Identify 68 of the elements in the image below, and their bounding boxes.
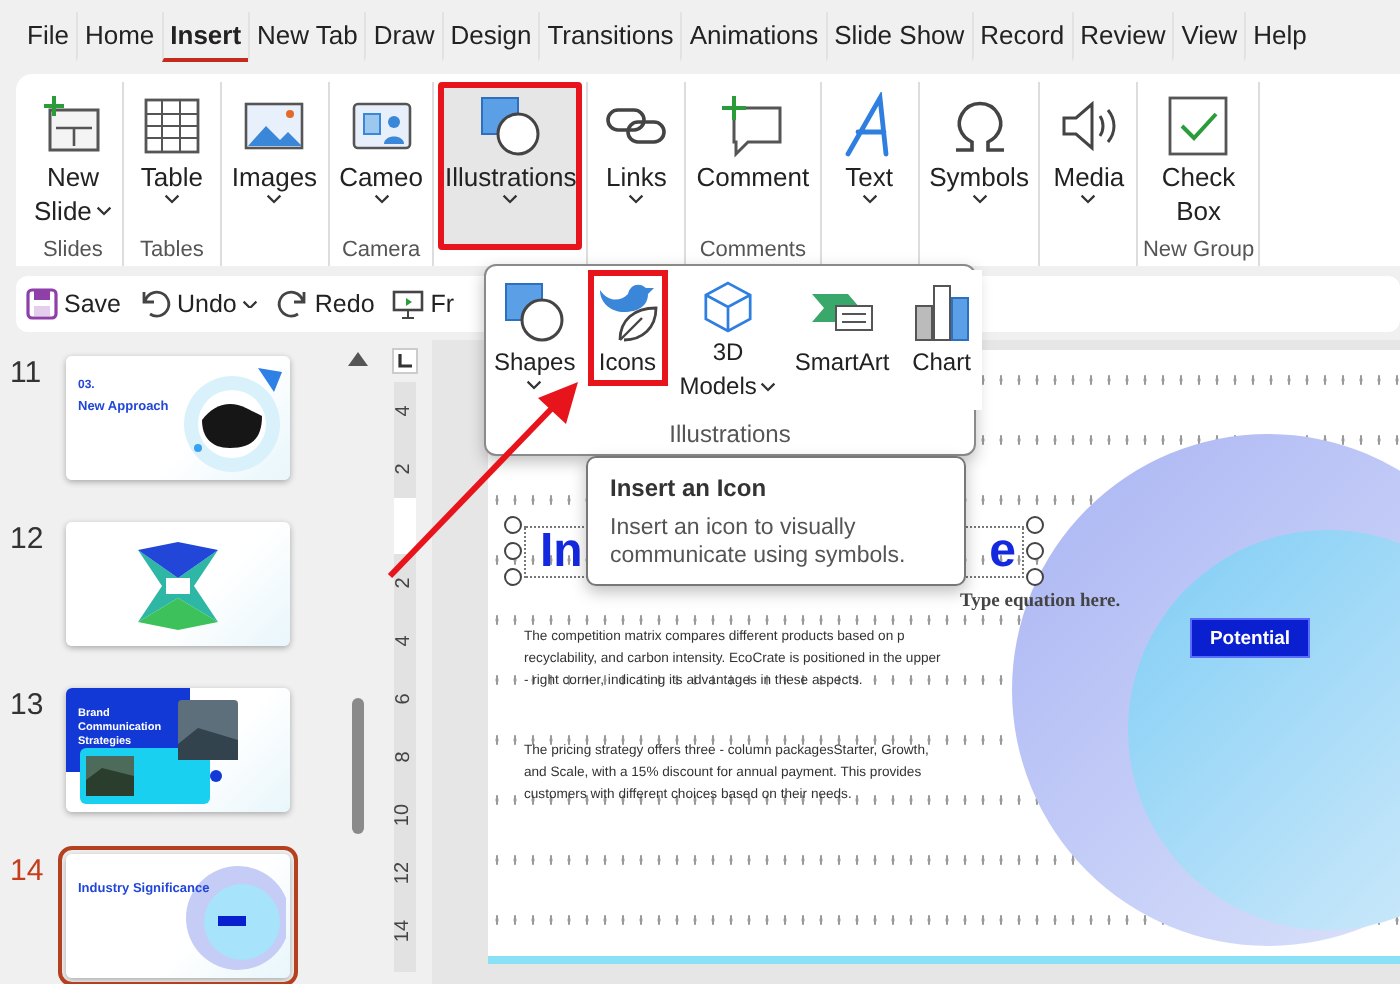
- label-box: Potential: [1190, 618, 1310, 658]
- menu-tab[interactable]: Insert: [161, 12, 249, 62]
- checkbox-icon: [1164, 92, 1233, 160]
- slide-number: 11: [8, 356, 44, 394]
- ruler-number: 12: [391, 861, 417, 885]
- ruler-number: 10: [391, 803, 417, 827]
- menu-tab[interactable]: New Tab: [248, 12, 365, 62]
- ruler-number: 2: [391, 463, 417, 475]
- toolbar-button[interactable]: Undo: [139, 288, 259, 320]
- presentation-icon: [392, 288, 425, 320]
- ribbon-button[interactable]: Text: [825, 82, 914, 234]
- menu-tab[interactable]: Home: [75, 12, 162, 62]
- ribbon-button[interactable]: Table: [127, 82, 216, 234]
- ribbon-button[interactable]: Images: [225, 82, 324, 234]
- tooltip-text: Insert an icon to visually communicate using symbols.: [610, 514, 908, 570]
- slide-number: 13: [8, 688, 46, 726]
- toolbar-button[interactable]: Fr: [392, 288, 455, 320]
- redo-icon: [276, 288, 309, 320]
- ruler-number: 6: [391, 693, 417, 705]
- ruler-number: 4: [391, 405, 417, 417]
- menu-tab[interactable]: View: [1172, 12, 1245, 62]
- tooltip-title: Insert an Icon: [610, 474, 769, 502]
- toolbar-button[interactable]: Redo: [276, 288, 375, 320]
- ruler-number: 2: [391, 577, 417, 589]
- menu-tab[interactable]: File: [20, 12, 76, 62]
- indent-marker[interactable]: [393, 498, 415, 554]
- ribbon-button[interactable]: Links: [592, 82, 681, 234]
- menu-tab[interactable]: Design: [441, 12, 539, 62]
- shapes-icon: [476, 92, 545, 160]
- toolbar-button[interactable]: Save: [26, 288, 121, 320]
- tab-selector[interactable]: [391, 348, 417, 374]
- ribbon-button[interactable]: Illustrations: [438, 82, 583, 250]
- menu-tab[interactable]: Help: [1244, 12, 1314, 62]
- slide-number: 14: [8, 854, 46, 892]
- tab-stop-icon: [397, 354, 411, 368]
- scrollbar-thumb[interactable]: [352, 698, 364, 834]
- ribbon-button[interactable]: Comment: [690, 82, 816, 234]
- scroll-up-icon[interactable]: [348, 352, 368, 366]
- group-label: Slides: [42, 236, 103, 266]
- slide-title: In: [540, 526, 583, 578]
- menu-tab[interactable]: Animations: [680, 12, 826, 62]
- ruler-number: 8: [391, 751, 417, 763]
- save-icon: [26, 288, 58, 320]
- menu-tab[interactable]: Slide Show: [825, 12, 972, 62]
- shapes-icon: [500, 278, 569, 346]
- ribbon-button[interactable]: Media: [1044, 82, 1133, 234]
- ruler-number: 14: [391, 919, 417, 943]
- menu-tab[interactable]: Draw: [364, 12, 442, 62]
- slide-title: e: [989, 526, 1016, 578]
- gallery-button[interactable]: Icons: [587, 270, 668, 386]
- menu-tab[interactable]: Record: [971, 12, 1072, 62]
- ruler-number: 4: [391, 635, 417, 647]
- comment-icon: [718, 92, 787, 160]
- group-label: Tables: [140, 236, 204, 266]
- ribbon-button[interactable]: Symbols: [923, 82, 1035, 234]
- group-label: Comments: [699, 236, 806, 266]
- group-label: New Group: [1142, 236, 1255, 266]
- ribbon-button[interactable]: Check Box: [1154, 82, 1243, 234]
- menu-tab[interactable]: Review: [1071, 12, 1173, 62]
- equation-placeholder[interactable]: Type equation here.: [960, 592, 1121, 612]
- slide-number: 12: [8, 522, 46, 560]
- group-label: Camera: [341, 236, 421, 266]
- ribbon-button[interactable]: Cameo: [333, 82, 429, 234]
- undo-icon: [139, 288, 171, 320]
- ribbon-button[interactable]: New Slide: [28, 82, 118, 234]
- slide-thumbnail[interactable]: [66, 522, 290, 646]
- menu-tab[interactable]: Transitions: [538, 12, 681, 62]
- group-label: Illustrations: [669, 418, 791, 452]
